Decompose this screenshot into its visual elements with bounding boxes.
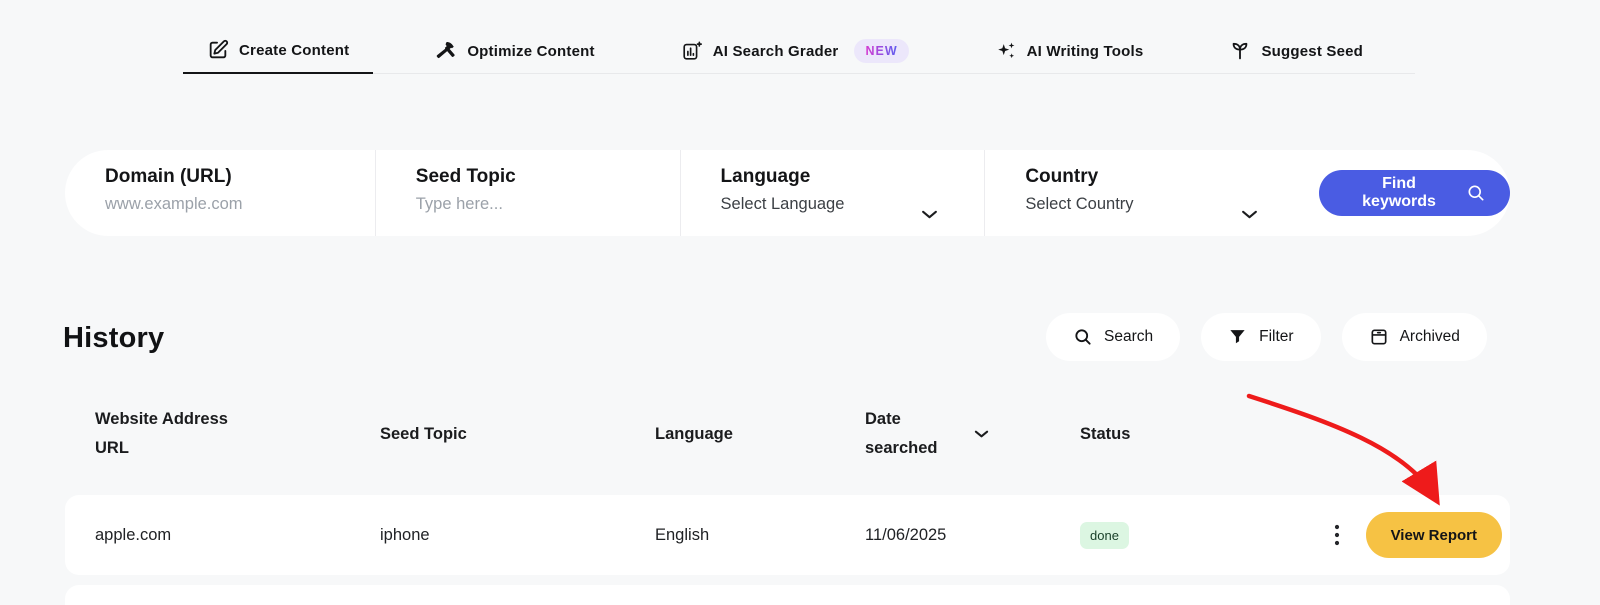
status-badge: done (1080, 521, 1129, 549)
keyword-search-form: Domain (URL) Seed Topic Language Select … (65, 150, 1510, 236)
column-header-language: Language (655, 424, 733, 443)
seedling-icon (1229, 40, 1251, 62)
cell-status: done (1050, 521, 1280, 549)
country-label: Country (1025, 166, 1099, 187)
domain-field[interactable]: Domain (URL) (65, 150, 375, 236)
hammer-icon (435, 40, 457, 62)
column-header-seed-topic: Seed Topic (380, 424, 467, 443)
column-header-website-url: Website Address URL (95, 410, 228, 457)
cell-website-url: apple.com (95, 525, 172, 544)
language-select[interactable]: Language Select Language (679, 150, 985, 236)
seed-topic-field[interactable]: Seed Topic (374, 150, 680, 236)
search-label: Search (1104, 328, 1154, 345)
find-keywords-label: Find keywords (1362, 175, 1436, 210)
chevron-down-icon (1241, 209, 1258, 220)
domain-label: Domain (URL) (105, 166, 232, 187)
cell-seed-topic: iphone (380, 525, 430, 544)
sort-chevron-down-icon[interactable] (974, 429, 989, 439)
language-value: Select Language (720, 195, 845, 213)
tab-label: Optimize Content (467, 42, 595, 60)
edit-icon (207, 39, 229, 61)
filter-label: Filter (1259, 328, 1294, 345)
cell-actions: View Report (1280, 512, 1510, 558)
page-title: History (63, 322, 165, 354)
tab-label: Create Content (239, 41, 350, 59)
sparkles-icon (995, 40, 1017, 62)
language-label: Language (720, 166, 811, 187)
tab-suggest-seed[interactable]: Suggest Seed (1205, 28, 1387, 74)
table-row[interactable]: apple.com iphone English 11/06/2025 done… (65, 495, 1510, 575)
table-row-partial (65, 585, 1510, 605)
search-button[interactable]: Search (1046, 313, 1181, 361)
history-table-header: Website Address URL Seed Topic Language … (65, 399, 1510, 469)
domain-input[interactable] (105, 195, 335, 214)
new-badge: NEW (854, 39, 909, 63)
tab-ai-writing-tools[interactable]: AI Writing Tools (971, 28, 1168, 74)
find-keywords-button[interactable]: Find keywords (1319, 170, 1510, 216)
country-value: Select Country (1025, 195, 1134, 213)
cell-language: English (655, 525, 710, 544)
filter-button[interactable]: Filter (1201, 313, 1321, 361)
archived-label: Archived (1399, 328, 1460, 345)
seed-topic-input[interactable] (415, 195, 640, 214)
archived-button[interactable]: Archived (1341, 313, 1487, 361)
history-toolbar: Search Filter Archived (1046, 313, 1487, 361)
view-report-button[interactable]: View Report (1365, 512, 1502, 558)
country-select[interactable]: Country Select Country (984, 150, 1304, 236)
tab-ai-search-grader[interactable]: AI Search Grader NEW (657, 28, 933, 74)
tab-optimize-content[interactable]: Optimize Content (411, 28, 618, 74)
search-icon (1073, 327, 1093, 347)
tab-create-content[interactable]: Create Content (183, 28, 374, 74)
column-header-date-searched[interactable]: Date searched (835, 405, 1050, 463)
tab-label: AI Writing Tools (1026, 42, 1144, 60)
column-header-status: Status (1080, 424, 1131, 443)
tab-label: Suggest Seed (1261, 42, 1364, 60)
kebab-menu-icon[interactable] (1328, 520, 1346, 550)
filter-icon (1228, 327, 1248, 347)
chevron-down-icon (921, 209, 938, 220)
tab-label: AI Search Grader (712, 42, 839, 60)
top-tab-bar: Create Content Optimize Content AI Searc… (183, 28, 1415, 74)
seed-topic-label: Seed Topic (415, 166, 516, 187)
search-icon (1466, 183, 1486, 203)
cell-date-searched: 11/06/2025 (865, 525, 947, 544)
grader-chart-icon (681, 40, 703, 62)
archive-icon (1369, 327, 1389, 347)
